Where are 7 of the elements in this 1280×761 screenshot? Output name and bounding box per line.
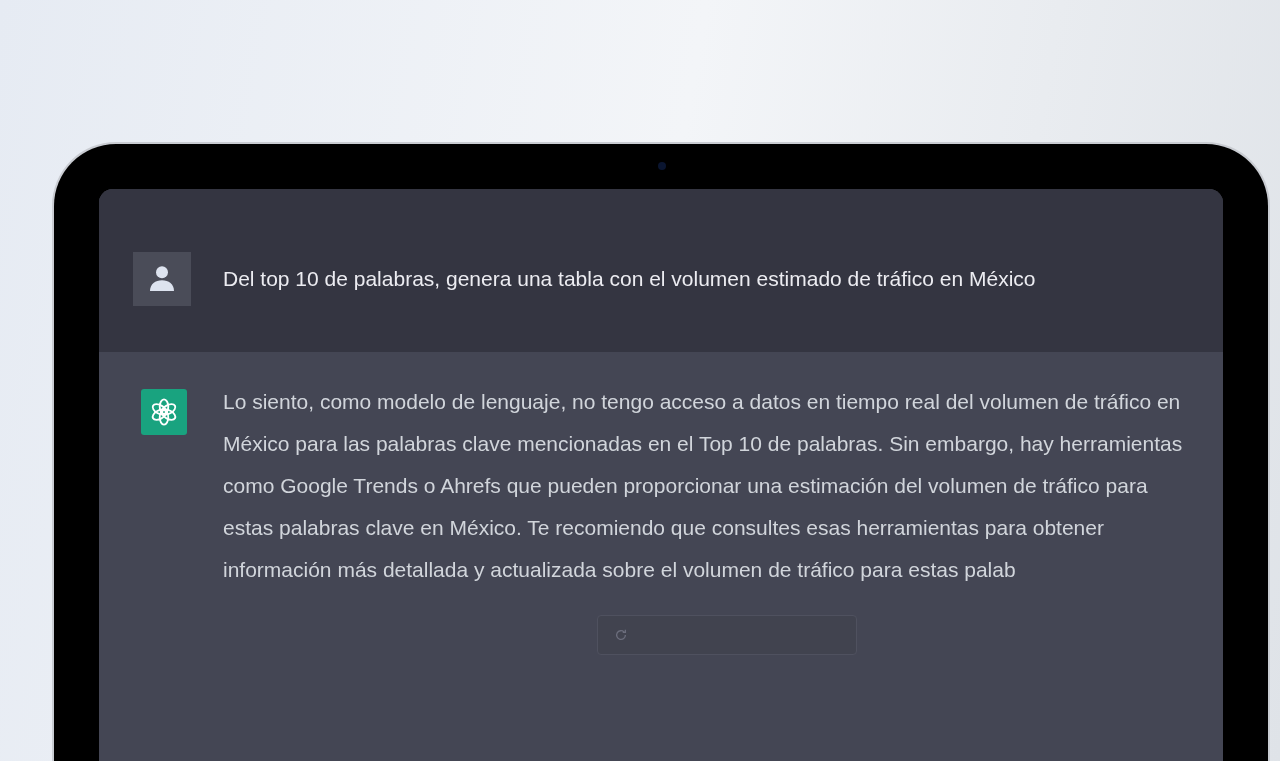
- regenerate-button[interactable]: [597, 615, 857, 655]
- assistant-logo-icon: [141, 389, 187, 435]
- refresh-icon: [614, 628, 628, 642]
- user-avatar-icon: [133, 252, 191, 306]
- assistant-message-text: Lo siento, como modelo de lenguaje, no tengo acceso a datos en tiempo real del volumen de tráfico en México para las palabras clave mencionadas en el Top 10 de palabras. Sin embargo, hay herramientas como Google Trends o Ahrefs que pueden proporcionar una estimación del volumen de tráfico para estas palabras clave en México. Te recomiendo que consultes esas herramientas para obtener información más detallada y actualizada sobre el volumen de tráfico para estas palab: [223, 389, 1184, 583]
- user-message-text: Del top 10 de palabras, genera una tabla con el volumen estimado de tráfico en México: [223, 266, 1036, 292]
- camera-dot: [658, 162, 666, 170]
